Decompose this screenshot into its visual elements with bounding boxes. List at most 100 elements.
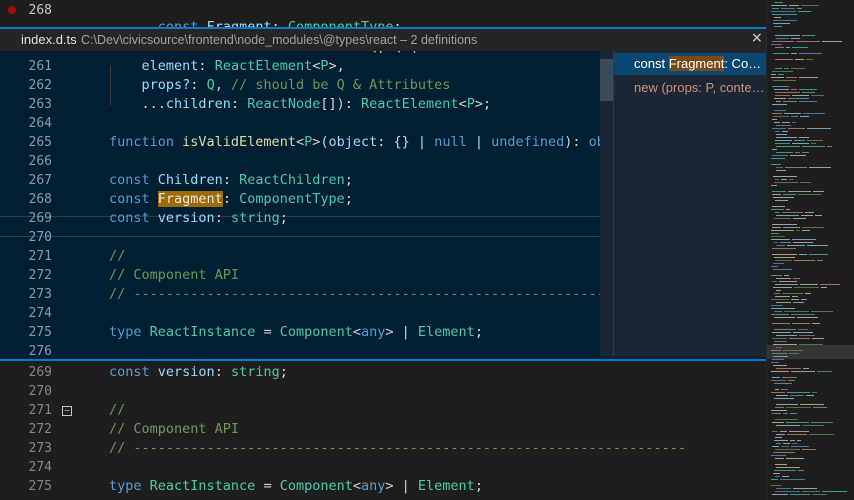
token-identifier: Children [157,172,223,188]
token-keyword: const [109,172,158,188]
token-type: ReactInstance [149,324,256,340]
minimap-line [771,77,784,78]
minimap-line [802,152,809,153]
minimap-line [797,440,801,441]
minimap-line [815,215,822,216]
minimap-line [792,443,798,444]
minimap-line [775,389,779,390]
top-editor-line[interactable]: 268 const Fragment: ComponentType; [0,0,766,35]
token-punct: >( [312,134,329,150]
minimap-line [783,413,788,414]
line-number: 262 [28,78,52,93]
reference-prefix: const [634,56,669,71]
minimap-line [805,212,814,213]
minimap-line [783,227,800,228]
minimap-line [772,494,788,495]
minimap-line [789,338,810,339]
token-punct: : [190,77,207,93]
token-function: function cloneElement<P extends Q, Q>( [109,51,418,55]
peek-file-path: C:\Dev\civicsource\frontend\node_modules… [81,33,478,47]
minimap-line [772,149,777,150]
minimap-line [772,323,790,324]
minimap-line [771,239,790,240]
token-punct: : {} | [377,134,435,150]
token-type: ReactElement [361,96,459,112]
line-number: 269 [28,211,52,226]
peek-code-area[interactable]: 260 function cloneElement<P extends Q, Q>… [0,51,613,357]
minimap-line [793,242,813,243]
code-line: ...children: ReactNode[]): ReactElement<… [109,96,492,112]
minimap-line [776,215,799,216]
minimap-line [789,179,794,180]
line-number: 260 [0,51,52,55]
minimap-line [784,113,801,114]
token-type: string [230,364,280,380]
token-punct: = [255,478,280,494]
line-number: 267 [28,173,52,188]
minimap-line [773,473,780,474]
minimap-line [812,323,820,324]
minimap-line [812,494,827,495]
minimap-line [799,101,817,102]
minimap-line [811,311,833,312]
minimap-line [773,53,789,54]
minimap-line [773,80,796,81]
peek-definition-widget[interactable]: index.d.ts C:\Dev\civicsource\frontend\n… [0,27,766,361]
minimap-line [776,395,788,396]
minimap-line [772,446,779,447]
code-line: const Children: ReactChildren; [109,172,353,188]
minimap-line [788,191,811,192]
minimap-line [775,140,792,141]
minimap-line [774,329,796,330]
minimap-line [775,296,790,297]
minimap-line [786,47,790,48]
minimap[interactable] [766,0,854,500]
line-number: 270 [28,230,52,245]
minimap-line [784,311,809,312]
peek-scrollbar-thumb[interactable] [600,59,613,101]
close-icon[interactable]: × [751,30,763,46]
minimap-line [788,380,795,381]
bottom-code-area[interactable]: 269 const version: string; 270 271− // 272 // … [0,362,766,500]
minimap-line [800,284,818,285]
token-match-highlight: Fragment [157,191,223,207]
token-keyword: null [434,134,467,150]
minimap-line [792,122,796,123]
code-line: // -------------------------------------… [109,440,686,456]
minimap-line [774,98,786,99]
token-punct: ; [344,172,353,188]
minimap-line [811,95,824,96]
token-type: P [320,58,329,74]
minimap-line [801,215,813,216]
minimap-line [771,185,777,186]
code-line: const version: string; [109,210,288,226]
reference-item-selected[interactable]: const Fragment: Com... [614,53,766,75]
line-number: 271 [28,403,52,418]
token-identifier: props? [141,77,191,93]
token-punct: ; [279,364,288,380]
current-line-highlight [0,216,613,237]
reference-item[interactable]: new (props: P, contex... [614,77,766,99]
minimap-line [775,212,780,213]
minimap-line [800,404,824,405]
minimap-line [784,275,789,276]
minimap-line [771,74,776,75]
minimap-slider[interactable] [767,345,854,359]
token-type: Element [417,478,475,494]
minimap-line [772,281,777,282]
minimap-line [798,194,821,195]
minimap-line [782,131,788,132]
code-line: type ReactInstance = Component<any> | El… [109,324,483,340]
peek-reference-list[interactable]: const Fragment: Com... new (props: P, co… [613,51,766,357]
peek-file-name[interactable]: index.d.ts [21,32,77,47]
minimap-line [793,488,817,489]
minimap-line [788,98,809,99]
fold-icon[interactable]: − [62,406,72,416]
minimap-line [786,77,797,78]
code-editor[interactable]: 268 const Fragment: ComponentType; index… [0,0,766,500]
line-number: 273 [28,441,52,456]
indent-guide [110,65,111,105]
minimap-line [774,257,795,258]
minimap-line [772,191,786,192]
code-line: // Component API [109,421,239,437]
